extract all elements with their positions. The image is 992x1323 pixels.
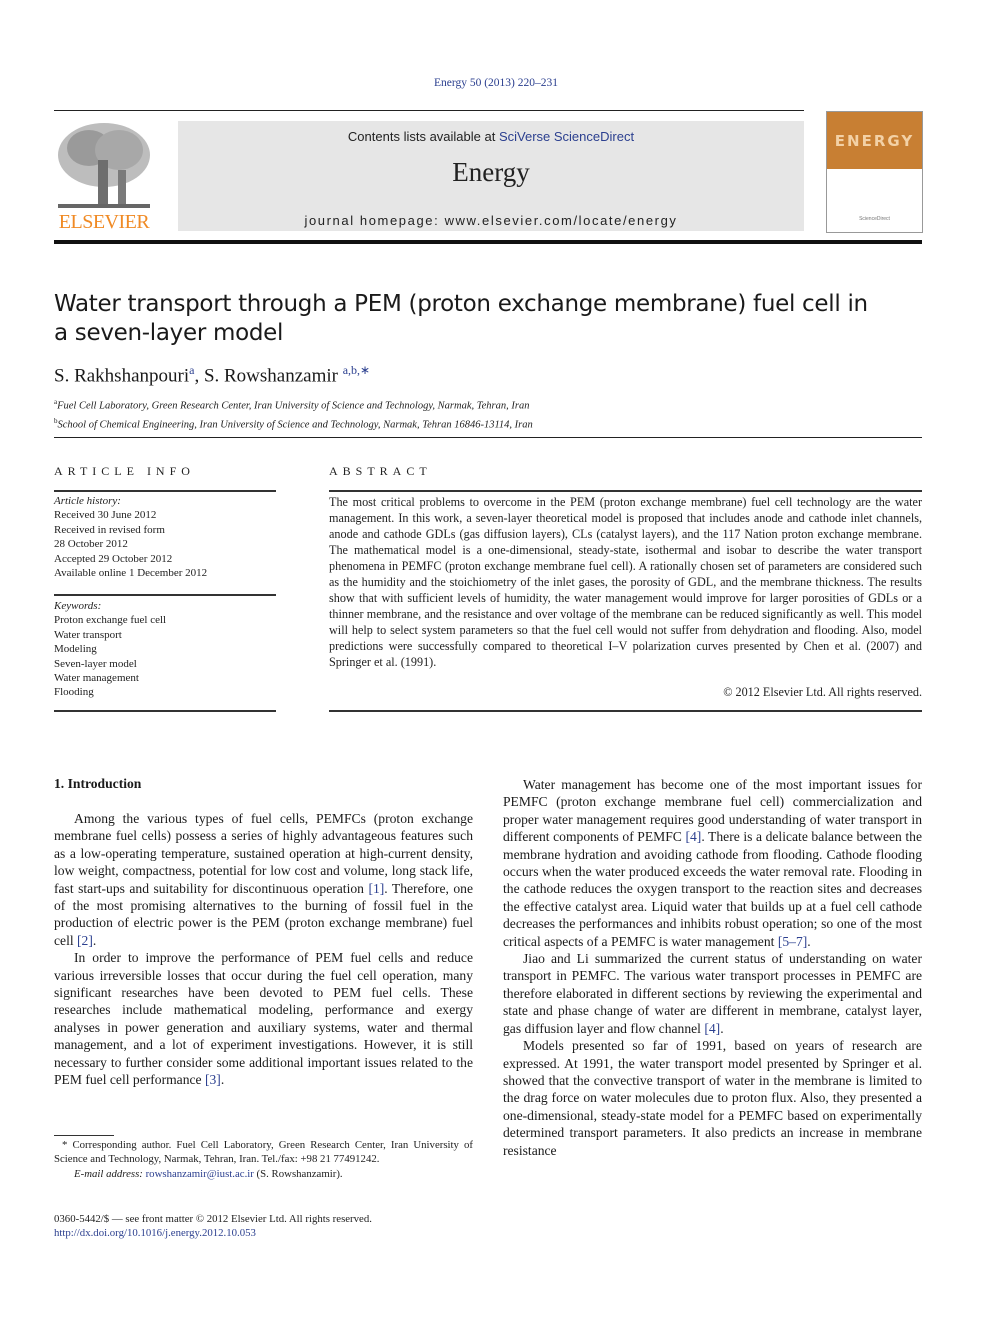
issn-line: 0360-5442/$ — see front matter © 2012 El… <box>54 1213 372 1225</box>
journal-homepage: journal homepage: www.elsevier.com/locat… <box>178 213 804 228</box>
affiliation-item: aFuel Cell Laboratory, Green Research Ce… <box>54 395 533 414</box>
author-affiliation-mark[interactable]: a <box>189 363 194 377</box>
paragraph-text: . <box>807 933 811 949</box>
abstract-copyright: © 2012 Elsevier Ltd. All rights reserved… <box>723 685 922 699</box>
journal-header-box: Contents lists available at SciVerse Sci… <box>178 121 804 231</box>
section-heading-introduction: 1. Introduction <box>54 776 142 791</box>
email-link[interactable]: rowshanzamir@iust.ac.ir <box>146 1168 254 1180</box>
journal-cover-image: ENERGY ScienceDirect <box>826 111 923 233</box>
paragraph-text: Models presented so far of 1991, based o… <box>503 1038 922 1158</box>
footnote-rule <box>54 1135 114 1136</box>
citation-link[interactable]: [4] <box>685 829 701 844</box>
article-info-heading: ARTICLE INFO <box>54 464 195 478</box>
affiliation-rule <box>54 437 922 438</box>
keyword-item: Water management <box>54 672 139 685</box>
affiliation-text: School of Chemical Engineering, Iran Uni… <box>57 419 533 431</box>
elsevier-logo: ELSEVIER <box>54 120 154 232</box>
citation-link[interactable]: [3] <box>205 1072 221 1087</box>
email-note: E-mail address: rowshanzamir@iust.ac.ir … <box>54 1167 473 1181</box>
body-paragraph: Water management has become one of the m… <box>503 776 922 950</box>
paragraph-text: In order to improve the performance of P… <box>54 950 473 1088</box>
journal-citation-link[interactable]: Energy 50 (2013) 220–231 <box>0 77 992 89</box>
tree-icon <box>58 123 150 208</box>
journal-name: Energy <box>452 157 530 187</box>
history-item: Accepted 29 October 2012 <box>54 552 173 565</box>
body-column-right: Water management has become one of the m… <box>503 776 922 1159</box>
abstract-text: The most critical problems to overcome i… <box>329 495 922 669</box>
doi-link[interactable]: http://dx.doi.org/10.1016/j.energy.2012.… <box>54 1226 494 1240</box>
footnotes: * Corresponding author. Fuel Cell Labora… <box>54 1138 473 1181</box>
author-affiliation-mark[interactable]: a,b,∗ <box>343 363 370 377</box>
body-column-left: Among the various types of fuel cells, P… <box>54 810 473 1089</box>
history-item: Available online 1 December 2012 <box>54 567 208 580</box>
contents-prefix: Contents lists available at <box>347 129 499 144</box>
body-paragraph: Among the various types of fuel cells, P… <box>54 810 473 949</box>
header-rule <box>54 110 804 111</box>
article-title: Water transport through a PEM (proton ex… <box>54 291 868 346</box>
paragraph-text: . There is a delicate balance between th… <box>503 829 922 949</box>
body-paragraph: Jiao and Li summarized the current statu… <box>503 950 922 1037</box>
corresponding-author-note: * Corresponding author. Fuel Cell Labora… <box>54 1139 473 1166</box>
paragraph-text: . <box>720 1020 724 1036</box>
front-matter: 0360-5442/$ — see front matter © 2012 El… <box>54 1212 494 1241</box>
keyword-item: Flooding <box>54 686 94 699</box>
citation-link[interactable]: [2] <box>77 933 93 948</box>
email-label: E-mail address: <box>74 1167 146 1180</box>
author-name[interactable]: S. Rakhshanpouri <box>54 365 189 386</box>
homepage-label: journal homepage: <box>304 213 445 228</box>
cover-title: ENERGY <box>834 132 915 150</box>
abstract-rule <box>329 710 922 712</box>
author-list: S. Rakhshanpouria, S. Rowshanzamir a,b,∗ <box>54 363 371 387</box>
article-info-rule <box>54 490 276 492</box>
abstract-rule <box>329 490 922 492</box>
article-history: Article history: Received 30 June 2012 R… <box>54 494 207 580</box>
header-thick-rule <box>54 240 922 244</box>
email-suffix: (S. Rowshanzamir). <box>253 1167 343 1180</box>
homepage-url-link[interactable]: www.elsevier.com/locate/energy <box>445 213 678 228</box>
citation-link[interactable]: [4] <box>704 1021 720 1036</box>
sciencedirect-link[interactable]: SciVerse ScienceDirect <box>499 129 634 144</box>
author-name[interactable]: S. Rowshanzamir <box>204 365 338 386</box>
keyword-item: Modeling <box>54 643 97 656</box>
citation-link[interactable]: [5–7] <box>778 934 807 949</box>
keywords: Keywords: Proton exchange fuel cell Wate… <box>54 599 166 700</box>
elsevier-logo-text: ELSEVIER <box>58 211 150 233</box>
affiliation-text: Fuel Cell Laboratory, Green Research Cen… <box>57 400 530 412</box>
article-info-rule <box>54 710 276 712</box>
keyword-item: Seven-layer model <box>54 657 137 670</box>
paragraph-text: . <box>92 932 97 948</box>
affiliation-item: bSchool of Chemical Engineering, Iran Un… <box>54 414 533 433</box>
history-label: Article history: <box>54 495 121 507</box>
history-item: Received 30 June 2012 <box>54 509 157 522</box>
keyword-item: Water transport <box>54 628 122 641</box>
body-paragraph: Models presented so far of 1991, based o… <box>503 1037 922 1159</box>
paragraph-text: . <box>220 1072 225 1088</box>
keyword-item: Proton exchange fuel cell <box>54 614 167 627</box>
article-info-rule <box>54 594 276 596</box>
body-paragraph: In order to improve the performance of P… <box>54 949 473 1088</box>
affiliations: aFuel Cell Laboratory, Green Research Ce… <box>54 395 533 433</box>
contents-line: Contents lists available at SciVerse Sci… <box>178 129 804 144</box>
keywords-label: Keywords: <box>54 600 102 612</box>
history-item: Received in revised form <box>54 523 165 536</box>
cover-sciencedirect-mark: ScienceDirect <box>859 216 890 222</box>
citation-link[interactable]: [1] <box>368 881 384 896</box>
abstract-heading: ABSTRACT <box>329 464 432 478</box>
history-item: 28 October 2012 <box>54 538 128 551</box>
